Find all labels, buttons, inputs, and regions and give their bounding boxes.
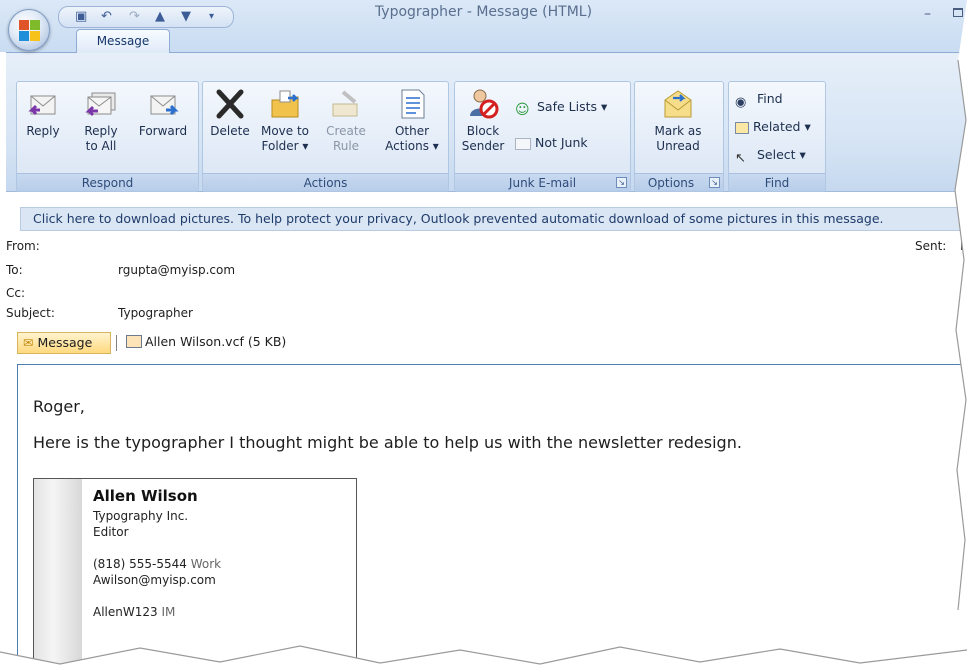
create-rule-button[interactable]: Create Rule — [323, 88, 369, 154]
create-rule-icon — [332, 90, 358, 117]
not-junk-icon — [515, 138, 531, 150]
other-actions-icon — [401, 89, 425, 119]
delete-label: Delete — [210, 124, 250, 138]
vcard-phone-tag: Work — [190, 557, 222, 571]
forward-icon — [150, 95, 179, 116]
respond-group-label: Respond — [17, 173, 198, 191]
binoculars-icon: ◉ — [735, 95, 747, 110]
vcard-im: AllenW123 — [93, 605, 158, 619]
move-label-1: Move to — [260, 124, 310, 138]
office-button[interactable] — [8, 9, 50, 51]
reply-button[interactable]: Reply — [23, 88, 63, 139]
contact-card-icon — [126, 335, 142, 348]
ribbon: Reply Reply to All Forward Respond Delet… — [6, 52, 967, 192]
reply-all-button[interactable]: Reply to All — [79, 88, 123, 154]
group-respond: Reply Reply to All Forward Respond — [16, 81, 199, 192]
find-label: Find — [757, 91, 783, 106]
vcard-im-tag: IM — [161, 605, 176, 619]
sent-value: M — [960, 239, 967, 253]
select-label: Select ▾ — [757, 147, 806, 162]
related-button[interactable]: Related ▾ — [735, 118, 811, 136]
business-card[interactable]: Allen Wilson Typography Inc. Editor (818… — [33, 478, 357, 668]
envelope-icon: ✉ — [23, 335, 34, 350]
to-value[interactable]: rgupta@myisp.com — [118, 263, 235, 277]
move-to-folder-button[interactable]: Move to Folder ▾ — [258, 88, 312, 154]
vcard-name: Allen Wilson — [93, 487, 198, 505]
office-logo-icon — [19, 20, 41, 42]
vcard-company: Typography Inc. — [93, 509, 189, 523]
related-label: Related ▾ — [753, 119, 811, 134]
safe-lists-label: Safe Lists ▾ — [537, 99, 608, 114]
mark-label-2: Unread — [656, 139, 700, 153]
vcard-phone: (818) 555-5544 — [93, 557, 187, 571]
vcf-attachment-label: Allen Wilson.vcf (5 KB) — [145, 334, 287, 349]
delete-button[interactable]: Delete — [208, 88, 252, 139]
group-find: ◉ Find Related ▾ ↖ Select ▾ Find — [728, 81, 826, 192]
safe-lists-icon: ☺ — [515, 102, 530, 118]
options-dialog-launcher-icon[interactable]: ↘ — [709, 177, 720, 188]
group-junk-email: Block Sender ☺ Safe Lists ▾ Not Junk Junk… — [454, 81, 631, 192]
move-to-folder-icon — [271, 90, 300, 118]
tab-message[interactable]: Message — [76, 29, 170, 53]
sent-label: Sent: — [915, 239, 947, 253]
create-label-1: Create — [326, 124, 366, 138]
find-group-label: Find — [729, 173, 825, 191]
reply-all-icon — [85, 92, 116, 117]
other-label-1: Other — [394, 124, 430, 138]
mark-label-1: Mark as — [654, 124, 702, 138]
message-tab-button[interactable]: ✉ Message — [17, 332, 111, 354]
actions-group-label: Actions — [203, 173, 448, 191]
window-title: Typographer - Message (HTML) — [374, 4, 593, 20]
vcard-im-row: AllenW123 IM — [93, 605, 175, 619]
mark-as-unread-button[interactable]: Mark as Unread — [645, 88, 711, 154]
vcard-email[interactable]: Awilson@myisp.com — [93, 573, 216, 587]
not-junk-label: Not Junk — [535, 135, 588, 150]
junk-dialog-launcher-icon[interactable]: ↘ — [616, 177, 627, 188]
reply-label: Reply — [26, 124, 60, 138]
group-options: Mark as Unread Options ↘ — [634, 81, 724, 192]
find-button[interactable]: ◉ Find — [735, 90, 783, 110]
subject-label: Subject: — [6, 306, 55, 320]
related-icon — [735, 122, 749, 134]
body-greeting: Roger, — [33, 397, 85, 416]
attachment-separator — [116, 335, 117, 351]
forward-button[interactable]: Forward — [133, 88, 193, 139]
minimize-button[interactable]: – — [924, 6, 931, 22]
select-button[interactable]: ↖ Select ▾ — [735, 146, 806, 166]
group-actions: Delete Move to Folder ▾ Create Rule Othe… — [202, 81, 449, 192]
vcard-phone-row: (818) 555-5544 Work — [93, 557, 221, 571]
cursor-icon: ↖ — [735, 151, 746, 166]
block-sender-button[interactable]: Block Sender — [461, 88, 505, 154]
safe-lists-button[interactable]: ☺ Safe Lists ▾ — [515, 98, 608, 118]
download-pictures-infobar[interactable]: Click here to download pictures. To help… — [20, 207, 967, 231]
forward-label: Forward — [138, 124, 188, 138]
cc-label: Cc: — [6, 286, 26, 300]
business-card-image — [34, 479, 82, 667]
delete-icon — [216, 89, 244, 119]
reply-all-label-1: Reply — [84, 124, 118, 138]
message-tab-label: Message — [37, 335, 93, 350]
junk-group-label: Junk E-mail — [455, 173, 630, 191]
reply-all-label-2: to All — [85, 139, 117, 153]
other-actions-button[interactable]: Other Actions ▾ — [380, 88, 444, 154]
vcard-title: Editor — [93, 525, 129, 539]
block-sender-icon — [470, 89, 499, 119]
mark-as-unread-icon — [664, 90, 692, 118]
body-text: Here is the typographer I thought might … — [33, 433, 742, 452]
from-label: From: — [6, 239, 40, 253]
to-label: To: — [6, 263, 23, 277]
not-junk-button[interactable]: Not Junk — [515, 134, 588, 152]
vcf-attachment[interactable]: Allen Wilson.vcf (5 KB) — [121, 332, 305, 354]
other-label-2: Actions ▾ — [385, 139, 439, 153]
block-label-1: Block — [466, 124, 500, 138]
maximize-button[interactable] — [953, 8, 963, 17]
create-label-2: Rule — [332, 139, 360, 153]
reply-icon — [28, 95, 56, 116]
move-label-2: Folder ▾ — [261, 139, 309, 153]
block-label-2: Sender — [461, 139, 505, 153]
subject-value: Typographer — [118, 306, 193, 320]
